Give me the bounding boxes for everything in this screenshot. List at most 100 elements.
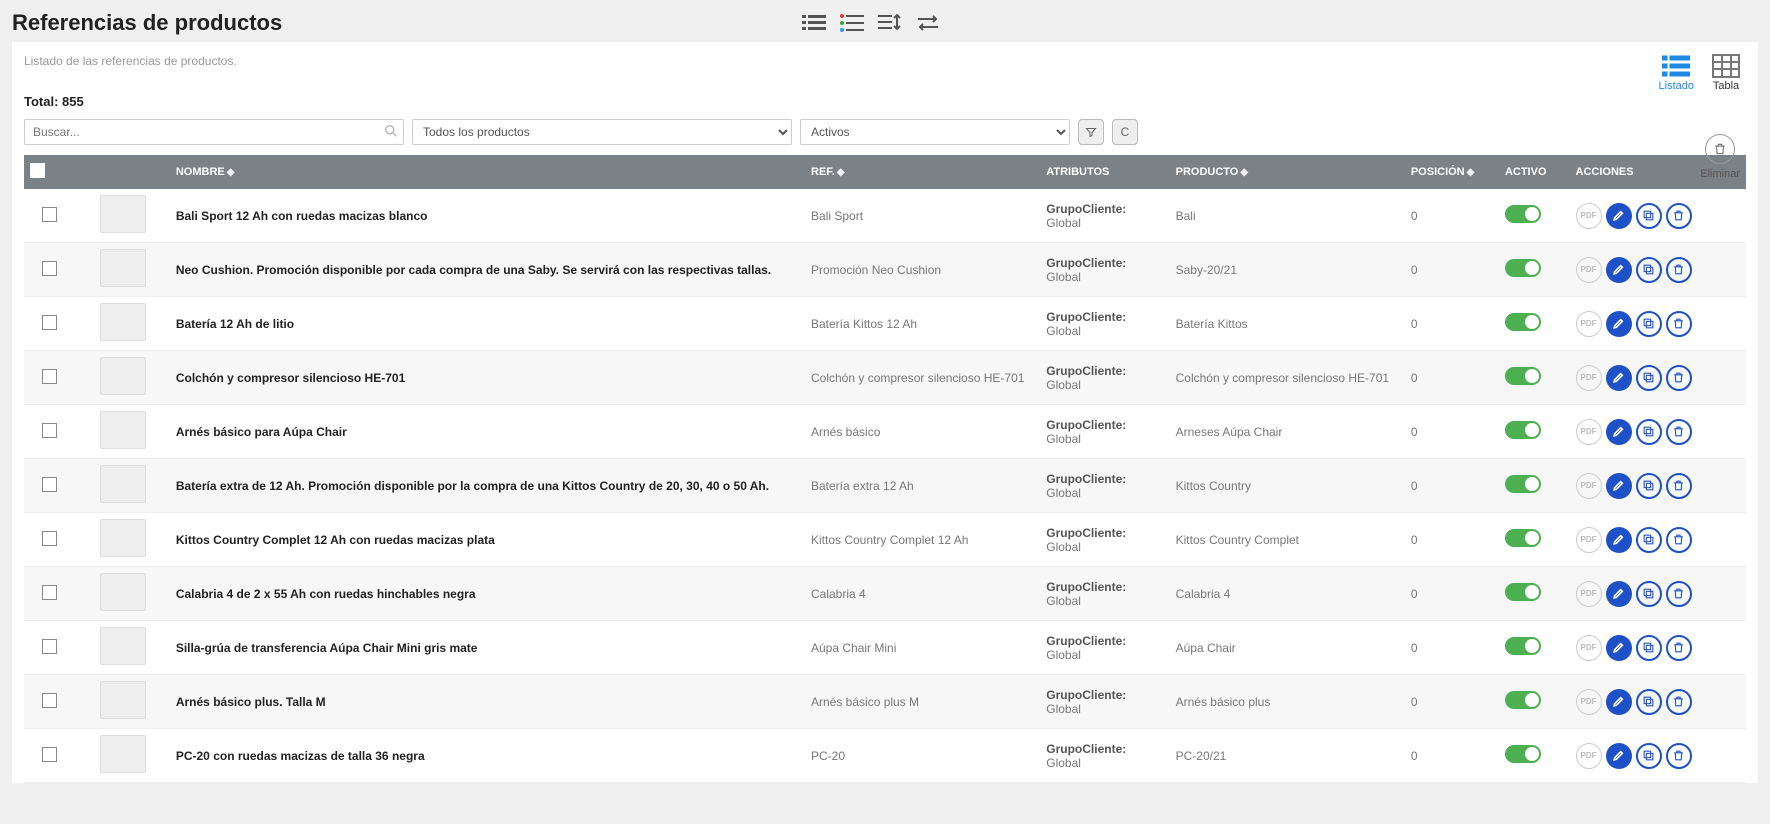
row-checkbox[interactable] bbox=[42, 315, 57, 330]
table-row: Batería 12 Ah de litioBatería Kittos 12 … bbox=[24, 297, 1746, 351]
copy-button[interactable] bbox=[1636, 581, 1662, 607]
edit-button[interactable] bbox=[1606, 419, 1632, 445]
product-thumbnail[interactable] bbox=[100, 627, 146, 665]
edit-button[interactable] bbox=[1606, 527, 1632, 553]
col-ref-header[interactable]: REF.◆ bbox=[805, 155, 1040, 189]
copy-button[interactable] bbox=[1636, 203, 1662, 229]
edit-button[interactable] bbox=[1606, 203, 1632, 229]
product-thumbnail[interactable] bbox=[100, 519, 146, 557]
col-name-header[interactable]: NOMBRE◆ bbox=[170, 155, 805, 189]
delete-button[interactable] bbox=[1666, 203, 1692, 229]
active-toggle[interactable] bbox=[1505, 205, 1541, 223]
pdf-button[interactable]: PDF bbox=[1576, 635, 1602, 661]
copy-button[interactable] bbox=[1636, 689, 1662, 715]
row-ref: Kittos Country Complet 12 Ah bbox=[805, 513, 1040, 567]
product-thumbnail[interactable] bbox=[100, 303, 146, 341]
copy-button[interactable] bbox=[1636, 257, 1662, 283]
row-checkbox[interactable] bbox=[42, 369, 57, 384]
product-thumbnail[interactable] bbox=[100, 249, 146, 287]
active-toggle[interactable] bbox=[1505, 745, 1541, 763]
copy-button[interactable] bbox=[1636, 743, 1662, 769]
product-thumbnail[interactable] bbox=[100, 573, 146, 611]
edit-button[interactable] bbox=[1606, 689, 1632, 715]
edit-button[interactable] bbox=[1606, 635, 1632, 661]
pdf-button[interactable]: PDF bbox=[1576, 473, 1602, 499]
pdf-button[interactable]: PDF bbox=[1576, 527, 1602, 553]
product-thumbnail[interactable] bbox=[100, 681, 146, 719]
row-checkbox[interactable] bbox=[42, 747, 57, 762]
sort-list-icon[interactable] bbox=[878, 12, 902, 34]
bulk-delete-button[interactable]: Eliminar bbox=[1700, 134, 1740, 180]
row-checkbox[interactable] bbox=[42, 423, 57, 438]
pdf-button[interactable]: PDF bbox=[1576, 743, 1602, 769]
row-checkbox[interactable] bbox=[42, 531, 57, 546]
edit-button[interactable] bbox=[1606, 257, 1632, 283]
list-view-icon[interactable] bbox=[802, 12, 826, 34]
row-checkbox[interactable] bbox=[42, 585, 57, 600]
filter-button[interactable] bbox=[1078, 119, 1104, 145]
edit-button[interactable] bbox=[1606, 743, 1632, 769]
active-toggle[interactable] bbox=[1505, 529, 1541, 547]
pdf-button[interactable]: PDF bbox=[1576, 581, 1602, 607]
ordered-list-icon[interactable] bbox=[840, 12, 864, 34]
delete-button[interactable] bbox=[1666, 527, 1692, 553]
active-toggle[interactable] bbox=[1505, 475, 1541, 493]
delete-button[interactable] bbox=[1666, 581, 1692, 607]
pdf-button[interactable]: PDF bbox=[1576, 365, 1602, 391]
row-checkbox[interactable] bbox=[42, 693, 57, 708]
delete-button[interactable] bbox=[1666, 743, 1692, 769]
pdf-button[interactable]: PDF bbox=[1576, 257, 1602, 283]
copy-button[interactable] bbox=[1636, 527, 1662, 553]
row-checkbox[interactable] bbox=[42, 261, 57, 276]
delete-button[interactable] bbox=[1666, 365, 1692, 391]
active-toggle[interactable] bbox=[1505, 691, 1541, 709]
copy-button[interactable] bbox=[1636, 473, 1662, 499]
copy-button[interactable] bbox=[1636, 635, 1662, 661]
row-checkbox[interactable] bbox=[42, 207, 57, 222]
copy-button[interactable] bbox=[1636, 365, 1662, 391]
copy-button[interactable] bbox=[1636, 311, 1662, 337]
pdf-button[interactable]: PDF bbox=[1576, 689, 1602, 715]
active-toggle[interactable] bbox=[1505, 367, 1541, 385]
delete-button[interactable] bbox=[1666, 635, 1692, 661]
col-prod-header[interactable]: PRODUCTO◆ bbox=[1170, 155, 1405, 189]
pdf-button[interactable]: PDF bbox=[1576, 311, 1602, 337]
active-toggle[interactable] bbox=[1505, 313, 1541, 331]
table-row: Batería extra de 12 Ah. Promoción dispon… bbox=[24, 459, 1746, 513]
product-thumbnail[interactable] bbox=[100, 357, 146, 395]
pdf-button[interactable]: PDF bbox=[1576, 419, 1602, 445]
search-input[interactable] bbox=[24, 119, 404, 145]
view-list-button[interactable]: Listado bbox=[1659, 54, 1694, 92]
row-checkbox[interactable] bbox=[42, 639, 57, 654]
product-thumbnail[interactable] bbox=[100, 195, 146, 233]
active-toggle[interactable] bbox=[1505, 421, 1541, 439]
edit-button[interactable] bbox=[1606, 581, 1632, 607]
col-pos-header[interactable]: POSICIÓN◆ bbox=[1405, 155, 1499, 189]
product-thumbnail[interactable] bbox=[100, 411, 146, 449]
search-icon[interactable] bbox=[384, 124, 398, 138]
active-toggle[interactable] bbox=[1505, 259, 1541, 277]
row-ref: Colchón y compresor silencioso HE-701 bbox=[805, 351, 1040, 405]
delete-button[interactable] bbox=[1666, 689, 1692, 715]
copy-button[interactable] bbox=[1636, 419, 1662, 445]
edit-button[interactable] bbox=[1606, 311, 1632, 337]
product-filter-select[interactable]: Todos los productos bbox=[412, 119, 792, 145]
row-ref: Aúpa Chair Mini bbox=[805, 621, 1040, 675]
delete-button[interactable] bbox=[1666, 419, 1692, 445]
view-table-button[interactable]: Tabla bbox=[1712, 54, 1740, 92]
product-thumbnail[interactable] bbox=[100, 735, 146, 773]
active-toggle[interactable] bbox=[1505, 637, 1541, 655]
product-thumbnail[interactable] bbox=[100, 465, 146, 503]
delete-button[interactable] bbox=[1666, 311, 1692, 337]
edit-button[interactable] bbox=[1606, 473, 1632, 499]
active-toggle[interactable] bbox=[1505, 583, 1541, 601]
status-filter-select[interactable]: Activos bbox=[800, 119, 1070, 145]
row-checkbox[interactable] bbox=[42, 477, 57, 492]
select-all-checkbox[interactable] bbox=[30, 163, 45, 178]
edit-button[interactable] bbox=[1606, 365, 1632, 391]
transfer-icon[interactable] bbox=[916, 12, 940, 34]
clear-filter-button[interactable]: C bbox=[1112, 119, 1138, 145]
pdf-button[interactable]: PDF bbox=[1576, 203, 1602, 229]
delete-button[interactable] bbox=[1666, 473, 1692, 499]
delete-button[interactable] bbox=[1666, 257, 1692, 283]
